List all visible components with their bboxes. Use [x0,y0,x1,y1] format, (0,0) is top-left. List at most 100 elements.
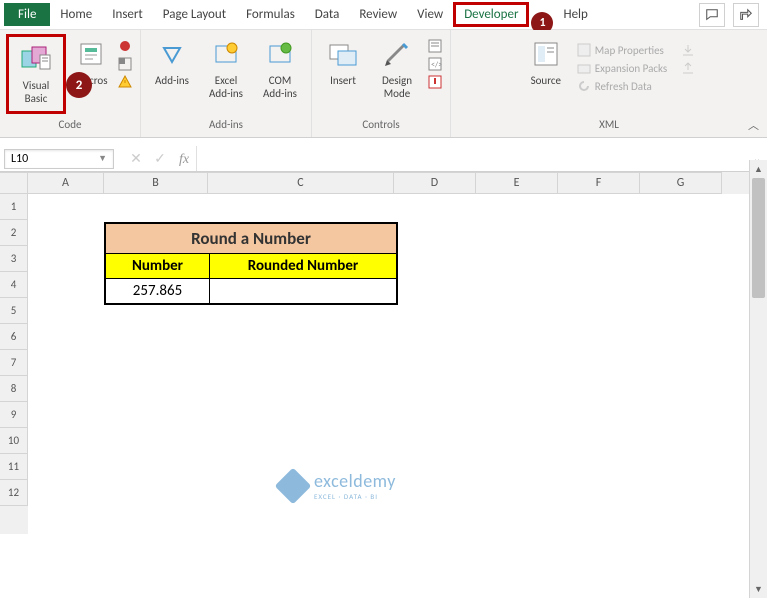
tab-home[interactable]: Home [50,3,102,26]
source-icon [530,38,562,70]
watermark-subtext: EXCEL · DATA · BI [314,492,396,501]
row-header-8[interactable]: 8 [0,376,28,402]
tab-page-layout[interactable]: Page Layout [153,3,236,26]
grid-body[interactable]: Round a Number Number Rounded Number 257… [28,194,767,534]
expansion-packs-label: Expansion Packs [595,62,667,75]
visual-basic-highlight: Visual Basic [6,34,66,114]
design-mode-icon [381,38,413,70]
excel-addins-label: Excel Add-ins [203,74,249,100]
properties-button[interactable] [426,38,444,54]
row-header-4[interactable]: 4 [0,272,28,298]
column-headers: ABCDEFG [28,172,767,194]
ribbon-group-controls: Insert Design Mode </> Controls [312,30,451,137]
tab-view[interactable]: View [407,3,453,26]
insert-control-icon [327,38,359,70]
column-header-G[interactable]: G [640,172,722,194]
tab-formulas[interactable]: Formulas [236,3,305,26]
row-header-12[interactable]: 12 [0,480,28,506]
ribbon-tab-strip: File Home Insert Page Layout Formulas Da… [0,0,767,30]
design-mode-label: Design Mode [374,74,420,100]
row-header-2[interactable]: 2 [0,220,28,246]
fx-button[interactable]: fx [172,150,196,168]
scroll-down-icon[interactable]: ▼ [750,580,767,598]
record-macro-button[interactable] [116,38,134,54]
column-header-C[interactable]: C [208,172,394,194]
table-header-number: Number [106,254,210,279]
source-label: Source [531,74,561,87]
column-header-D[interactable]: D [394,172,476,194]
macro-security-button[interactable] [116,74,134,90]
column-header-F[interactable]: F [558,172,640,194]
map-properties-label: Map Properties [595,44,664,57]
vertical-scrollbar[interactable]: ▲ ▼ [749,160,767,598]
tab-insert[interactable]: Insert [102,3,153,26]
expansion-packs-button: Expansion Packs [575,60,669,76]
addins-label: Add-ins [155,74,189,87]
name-box-dropdown-icon[interactable]: ▼ [98,153,107,164]
addins-button[interactable]: Add-ins [147,34,197,91]
insert-control-button[interactable]: Insert [318,34,368,91]
tab-help[interactable]: Help [553,3,597,26]
warning-icon [118,75,132,89]
row-header-9[interactable]: 9 [0,402,28,428]
formula-bar[interactable] [196,146,747,171]
scroll-up-icon[interactable]: ▲ [750,160,767,178]
visual-basic-label: Visual Basic [13,79,59,105]
row-header-7[interactable]: 7 [0,350,28,376]
export-button [679,60,697,76]
view-code-icon: </> [428,57,442,71]
source-button[interactable]: Source [521,34,571,91]
cancel-formula-button[interactable]: ✕ [124,150,148,167]
row-headers: 123456789101112 [0,172,28,534]
formula-bar-row: L10▼ ✕ ✓ fx ⌄ [0,146,767,172]
row-header-11[interactable]: 11 [0,454,28,480]
enter-formula-button[interactable]: ✓ [148,150,172,167]
design-mode-button[interactable]: Design Mode [372,34,422,104]
excel-addins-icon [210,38,242,70]
row-header-6[interactable]: 6 [0,324,28,350]
select-all-button[interactable] [0,172,28,194]
import-icon [681,43,695,57]
record-macro-icon [118,39,132,53]
scroll-thumb[interactable] [752,178,765,298]
relative-refs-button[interactable] [116,56,134,72]
table-header-rounded: Rounded Number [210,254,396,279]
group-label-code: Code [59,116,82,133]
com-addins-button[interactable]: COM Add-ins [255,34,305,104]
tab-data[interactable]: Data [305,3,350,26]
row-header-5[interactable]: 5 [0,298,28,324]
group-label-xml: XML [599,116,619,133]
tab-file[interactable]: File [4,3,50,26]
table-cell-rounded[interactable] [210,279,396,303]
tab-review[interactable]: Review [349,3,407,26]
com-addins-label: COM Add-ins [257,74,303,100]
row-header-1[interactable]: 1 [0,194,28,220]
expansion-packs-icon [577,61,591,75]
comments-button[interactable] [699,3,725,27]
watermark-icon [275,467,312,504]
share-button[interactable] [733,3,759,27]
row-header-10[interactable]: 10 [0,428,28,454]
view-code-button[interactable]: </> [426,56,444,72]
export-icon [681,61,695,75]
fx-label: fx [179,152,189,167]
watermark: exceldemy EXCEL · DATA · BI [280,470,396,501]
map-properties-button: Map Properties [575,42,669,58]
column-header-E[interactable]: E [476,172,558,194]
visual-basic-button[interactable]: Visual Basic [11,39,61,109]
visual-basic-icon [20,43,52,75]
macros-icon [75,38,107,70]
name-box[interactable]: L10 ▼ [4,149,114,169]
row-header-3[interactable]: 3 [0,246,28,272]
column-header-A[interactable]: A [28,172,104,194]
run-dialog-button[interactable] [426,74,444,90]
tab-developer[interactable]: Developer [453,2,529,27]
name-box-value: L10 [11,152,28,166]
refresh-icon [577,79,591,93]
table-cell-number[interactable]: 257.865 [106,279,210,303]
column-header-B[interactable]: B [104,172,208,194]
collapse-ribbon-button[interactable]: ︿ [748,117,759,133]
excel-addins-button[interactable]: Excel Add-ins [201,34,251,104]
table-title: Round a Number [106,224,396,254]
ribbon: 2 Visual Basic Macros Code [0,30,767,138]
